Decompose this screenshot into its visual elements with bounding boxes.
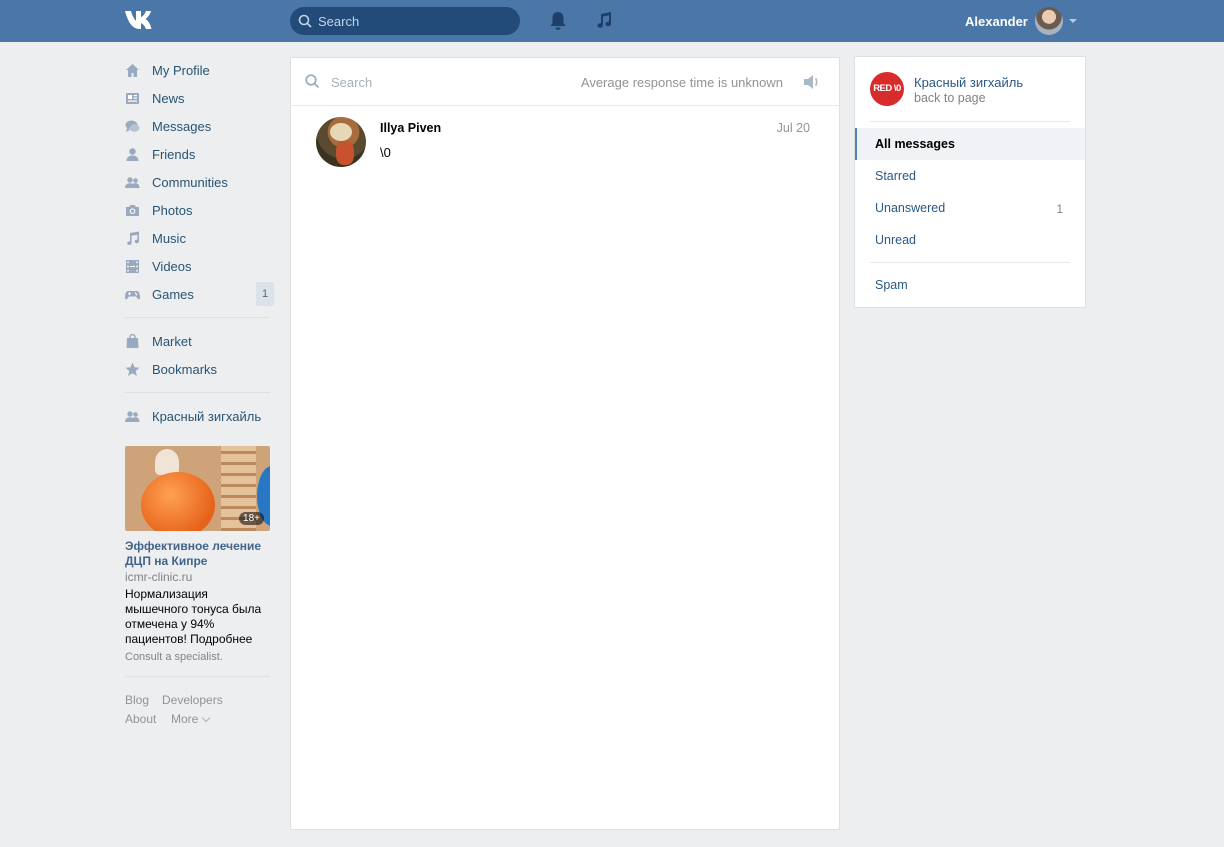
header-search-input[interactable] [318, 7, 513, 35]
ad-divider [125, 676, 270, 677]
messages-panel: Average response time is unknown Illya P… [290, 57, 840, 830]
ad-title[interactable]: Эффективное лечение ДЦП на Кипре [125, 539, 270, 569]
sidebar-item-label: Messages [152, 119, 212, 134]
user-name: Alexander [965, 14, 1028, 29]
communities-icon [125, 177, 140, 188]
speaker-icon[interactable] [803, 74, 821, 90]
dialog-row[interactable]: Illya Piven Jul 20 \0 [291, 107, 839, 177]
news-icon [126, 93, 139, 104]
music-icon [127, 231, 139, 245]
sidebar-item-label: Bookmarks [152, 362, 218, 377]
sidebar-item-label: Friends [152, 147, 196, 162]
sidebar-item-news[interactable]: News [124, 84, 274, 112]
filter-unanswered[interactable]: Unanswered 1 [855, 192, 1085, 224]
avatar-body-shape [336, 141, 354, 165]
filters-panel: RED \0 Красный зигхайль back to page All… [854, 56, 1086, 308]
sidebar-item-group[interactable]: Красный зигхайль [124, 402, 274, 430]
bag-icon [126, 334, 139, 348]
panel-divider [870, 262, 1070, 263]
footer-blog-link[interactable]: Blog [125, 693, 149, 707]
filter-label: Starred [875, 169, 916, 183]
filter-label: Unanswered [875, 201, 946, 215]
sidebar-item-label: Market [152, 334, 192, 349]
sidebar-item-label: My Profile [152, 63, 210, 78]
vk-logo-icon[interactable] [124, 9, 158, 31]
messages-icon [125, 120, 140, 132]
group-logo[interactable]: RED \0 [870, 72, 904, 106]
header-search[interactable] [290, 7, 520, 35]
dialog-message-preview: \0 [380, 145, 391, 160]
messages-search-input[interactable] [331, 68, 571, 96]
sidebar-item-label: Music [152, 231, 186, 246]
dialog-name[interactable]: Illya Piven [380, 121, 441, 135]
gamepad-icon [125, 291, 140, 300]
sidebar-item-label: Videos [152, 259, 192, 274]
sidebar-item-friends[interactable]: Friends [124, 140, 274, 168]
footer-about-link[interactable]: About [125, 712, 156, 726]
avatar[interactable] [316, 117, 366, 167]
sidebar-item-communities[interactable]: Communities [124, 168, 274, 196]
sidebar-item-games[interactable]: Games 1 [124, 280, 274, 308]
top-bar: Alexander [0, 0, 1224, 42]
filter-label: All messages [875, 137, 955, 151]
sidebar-item-label: Photos [152, 203, 193, 218]
group-header[interactable]: RED \0 Красный зигхайль back to page [870, 72, 1070, 122]
games-count-badge: 1 [256, 282, 274, 306]
home-icon [126, 64, 139, 77]
sidebar-item-label: Красный зигхайль [152, 409, 262, 424]
music-icon[interactable] [594, 11, 614, 31]
sidebar-item-music[interactable]: Music [124, 224, 274, 252]
age-badge: 18+ [239, 512, 264, 525]
film-icon [126, 260, 139, 273]
filter-starred[interactable]: Starred [855, 160, 1085, 192]
footer-more-link[interactable]: More [171, 712, 211, 726]
unanswered-count: 1 [1056, 202, 1063, 216]
filter-label: Spam [875, 278, 908, 292]
friend-icon [126, 148, 139, 161]
ad-disclaimer: Consult a specialist. [125, 651, 223, 663]
avatar-hat-shape [330, 123, 352, 141]
nav-divider [124, 392, 270, 393]
dialog-date: Jul 20 [776, 121, 810, 135]
bell-icon[interactable] [549, 11, 567, 31]
filter-unread[interactable]: Unread [855, 224, 1085, 256]
filter-spam[interactable]: Spam [855, 269, 1085, 301]
star-icon [125, 362, 140, 376]
ad-text[interactable]: Нормализация мышечного тонуса была отмеч… [125, 587, 270, 647]
left-nav: My Profile News Messages Friends Communi… [124, 56, 274, 430]
sidebar-item-photos[interactable]: Photos [124, 196, 274, 224]
sidebar-item-label: News [152, 91, 185, 106]
chevron-down-icon [202, 713, 211, 723]
response-time-text: Average response time is unknown [580, 75, 783, 90]
user-menu[interactable]: Alexander [955, 0, 1085, 42]
nav-divider [124, 317, 270, 318]
filter-all-messages[interactable]: All messages [855, 128, 1085, 160]
back-to-page-link[interactable]: back to page [914, 91, 986, 105]
ad-image[interactable]: 18+ [125, 446, 270, 531]
sidebar-item-market[interactable]: Market [124, 327, 274, 355]
caret-down-icon [1069, 19, 1077, 23]
ad-domain[interactable]: icmr-clinic.ru [125, 569, 270, 585]
filter-label: Unread [875, 233, 916, 247]
sidebar-item-my-profile[interactable]: My Profile [124, 56, 274, 84]
ad-image-orange-ball [141, 472, 215, 531]
footer-more-label: More [171, 712, 199, 726]
ad-block[interactable]: 18+ Эффективное лечение ДЦП на Кипре icm… [125, 446, 270, 664]
group-name[interactable]: Красный зигхайль [914, 75, 1023, 90]
camera-icon [126, 205, 139, 216]
search-icon [305, 74, 320, 89]
sidebar-item-messages[interactable]: Messages [124, 112, 274, 140]
sidebar-item-label: Communities [152, 175, 228, 190]
communities-icon [125, 411, 140, 422]
search-icon [298, 14, 312, 28]
footer-developers-link[interactable]: Developers [162, 693, 223, 707]
messages-search-bar: Average response time is unknown [291, 58, 839, 106]
sidebar-item-videos[interactable]: Videos [124, 252, 274, 280]
avatar [1035, 7, 1063, 35]
panel-divider [870, 121, 1070, 122]
sidebar-item-bookmarks[interactable]: Bookmarks [124, 355, 274, 383]
sidebar-item-label: Games [152, 287, 194, 302]
